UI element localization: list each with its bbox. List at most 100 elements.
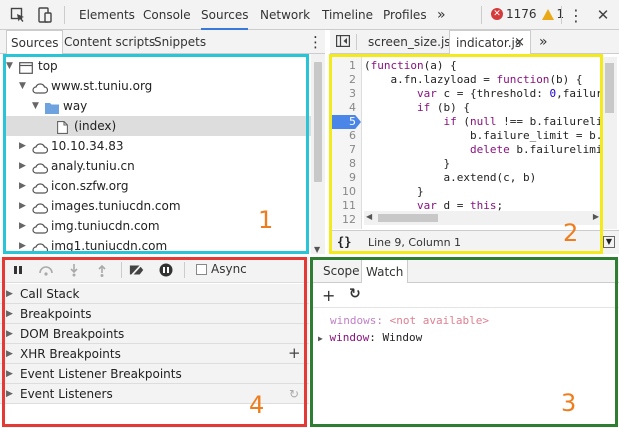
code-line: a.extend(c, b) xyxy=(364,171,537,184)
code-line: a.fn.lazyload = function(b) { xyxy=(364,73,583,86)
scope-watch-tabs: Scope Watch xyxy=(312,259,619,283)
tab-screen-size-js[interactable]: screen_size.js xyxy=(362,30,457,54)
tab-content-scripts[interactable]: Content scripts xyxy=(64,30,155,54)
section-xhr-breakpoints[interactable]: ▶ XHR Breakpoints + xyxy=(0,344,309,364)
tree-item-domain[interactable]: ▶ analy.tuniu.cn xyxy=(5,156,311,176)
async-label: Async xyxy=(211,262,247,276)
toggle-debugger-icon[interactable]: ▼ xyxy=(603,236,615,248)
tree-item-file-selected[interactable]: (index) xyxy=(5,116,311,136)
device-mode-icon[interactable] xyxy=(36,6,54,24)
collapse-arrow-icon: ▶ xyxy=(6,329,13,339)
tab-indicator-js[interactable]: indicator.js × xyxy=(449,30,531,54)
tree-item-folder[interactable]: ▼ way xyxy=(5,96,311,116)
scroll-down-icon[interactable]: ▼ xyxy=(314,245,320,254)
tree-item-domain[interactable]: ▶ img1.tuniucdn.com xyxy=(5,236,311,252)
watch-item[interactable]: windows: <not available> xyxy=(330,313,489,329)
tab-watch[interactable]: Watch xyxy=(361,259,409,283)
line-number[interactable]: 10 xyxy=(326,185,356,199)
tab-network[interactable]: Network xyxy=(260,0,310,30)
scrollbar-thumb[interactable] xyxy=(314,62,322,182)
tree-item-domain[interactable]: ▼ www.st.tuniu.org xyxy=(5,76,311,96)
collapse-arrow-icon[interactable]: ▶ xyxy=(19,136,26,156)
pretty-print-icon[interactable]: {} xyxy=(337,235,351,249)
scroll-right-icon[interactable]: ▶ xyxy=(593,212,599,221)
line-number[interactable]: 6 xyxy=(326,129,356,143)
async-checkbox[interactable] xyxy=(196,264,207,275)
step-out-icon[interactable] xyxy=(94,262,110,278)
code-line: if (b) { xyxy=(416,101,470,114)
watch-item[interactable]: ▶ window: Window xyxy=(318,330,422,346)
scroll-left-icon[interactable]: ◀ xyxy=(366,212,372,221)
line-number[interactable]: 7 xyxy=(326,143,356,157)
collapse-arrow-icon: ▶ xyxy=(6,289,13,299)
section-event-listener-breakpoints[interactable]: ▶ Event Listener Breakpoints xyxy=(0,364,309,384)
tree-item-top[interactable]: ▼ top xyxy=(5,56,311,76)
scrollbar-thumb[interactable] xyxy=(378,214,438,222)
pause-icon[interactable] xyxy=(10,262,26,278)
tab-snippets[interactable]: Snippets xyxy=(154,30,206,54)
more-panels-icon[interactable]: » xyxy=(437,0,446,30)
section-dom-breakpoints[interactable]: ▶ DOM Breakpoints xyxy=(0,324,309,344)
section-title: Event Listener Breakpoints xyxy=(20,367,182,381)
refresh-watch-icon[interactable]: ↻ xyxy=(349,286,361,302)
tab-scope[interactable]: Scope xyxy=(320,259,363,283)
pause-on-exceptions-icon[interactable] xyxy=(158,262,174,278)
watch-toolbar: + ↻ xyxy=(312,284,619,308)
tree-item-label: analy.tuniu.cn xyxy=(51,159,135,173)
tab-sources-nav[interactable]: Sources xyxy=(6,30,64,54)
expand-arrow-icon[interactable]: ▶ xyxy=(318,334,323,343)
code-line: b.failure_limit = b. xyxy=(364,129,601,142)
tree-item-label: icon.szfw.org xyxy=(51,179,129,193)
code-line: var c = {threshold: 0,failur xyxy=(416,87,601,100)
section-breakpoints[interactable]: ▶ Breakpoints xyxy=(0,304,309,324)
line-number[interactable]: 4 xyxy=(326,101,356,115)
toolbar-divider xyxy=(64,6,65,24)
line-number[interactable]: 11 xyxy=(326,199,356,213)
navigator-scrollbar[interactable]: ▼ xyxy=(311,54,325,254)
collapse-arrow-icon[interactable]: ▶ xyxy=(19,196,26,216)
step-into-icon[interactable] xyxy=(66,262,82,278)
collapse-arrow-icon[interactable]: ▶ xyxy=(19,176,26,196)
tab-profiles[interactable]: Profiles xyxy=(383,0,427,30)
code-editor[interactable]: (function(a) { a.fn.lazyload = function(… xyxy=(364,57,601,217)
more-tabs-icon[interactable]: » xyxy=(539,30,548,54)
collapse-arrow-icon[interactable]: ▶ xyxy=(19,216,26,236)
line-number[interactable]: 1 xyxy=(326,59,356,73)
line-number[interactable]: 5 xyxy=(326,115,356,129)
line-number[interactable]: 2 xyxy=(326,73,356,87)
add-xhr-breakpoint-icon[interactable]: + xyxy=(288,343,301,363)
kebab-menu-icon[interactable]: ⋮ xyxy=(567,6,585,25)
line-number[interactable]: 8 xyxy=(326,157,356,171)
close-icon[interactable]: ✕ xyxy=(594,6,612,24)
tree-item-domain[interactable]: ▶ icon.szfw.org xyxy=(5,176,311,196)
collapse-arrow-icon[interactable]: ▶ xyxy=(19,156,26,176)
line-number-gutter[interactable]: 1 2 3 4 5 6 7 8 9 10 11 12 xyxy=(330,57,362,229)
error-icon: ✕ xyxy=(491,8,503,20)
toggle-navigator-icon[interactable] xyxy=(336,35,351,49)
line-number[interactable]: 9 xyxy=(326,171,356,185)
scrollbar-thumb[interactable] xyxy=(605,63,614,113)
step-over-icon[interactable] xyxy=(38,262,54,278)
tab-timeline[interactable]: Timeline xyxy=(322,0,373,30)
expand-arrow-icon[interactable]: ▼ xyxy=(6,56,13,76)
cursor-inspect-icon[interactable] xyxy=(9,6,27,24)
editor-vertical-scrollbar[interactable] xyxy=(602,57,617,229)
add-watch-icon[interactable]: + xyxy=(322,286,335,305)
deactivate-breakpoints-icon[interactable] xyxy=(129,262,145,278)
navigator-menu-icon[interactable]: ⋮ xyxy=(308,30,323,54)
error-warning-counter[interactable]: ✕ 1176 1 xyxy=(491,7,564,21)
section-call-stack[interactable]: ▶ Call Stack xyxy=(0,284,309,304)
line-number[interactable]: 12 xyxy=(326,213,356,227)
expand-arrow-icon[interactable]: ▼ xyxy=(19,76,26,96)
cloud-icon xyxy=(32,240,49,252)
refresh-icon[interactable]: ↻ xyxy=(289,384,299,404)
tab-sources[interactable]: Sources xyxy=(201,0,249,30)
close-tab-icon[interactable]: × xyxy=(514,31,525,55)
expand-arrow-icon[interactable]: ▼ xyxy=(32,96,39,116)
tree-item-label: way xyxy=(63,99,88,113)
collapse-arrow-icon[interactable]: ▶ xyxy=(19,236,26,252)
tree-item-domain[interactable]: ▶ 10.10.34.83 xyxy=(5,136,311,156)
tab-console[interactable]: Console xyxy=(143,0,191,30)
tab-elements[interactable]: Elements xyxy=(79,0,135,30)
line-number[interactable]: 3 xyxy=(326,87,356,101)
